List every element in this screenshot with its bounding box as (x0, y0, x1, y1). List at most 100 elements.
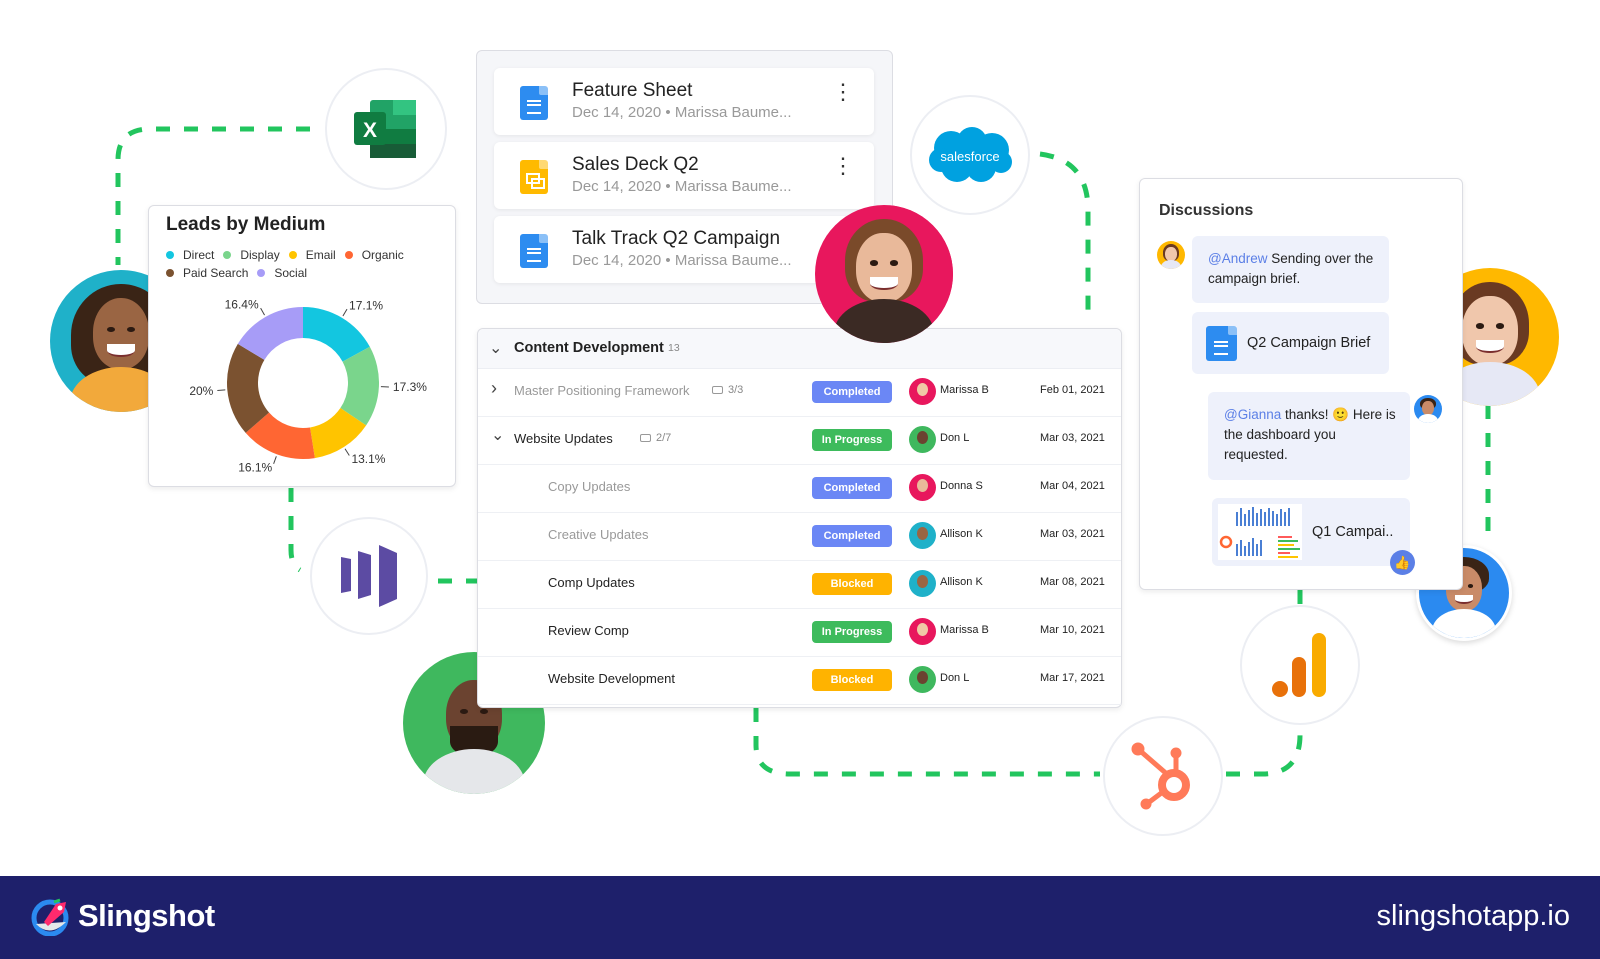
subtask-count: 2/7 (640, 432, 671, 444)
task-name[interactable]: Copy Updates (548, 479, 630, 494)
message-avatar-gianna (1157, 241, 1185, 269)
donut-chart: 17.1% 17.3% 13.1% 16.1% 20% 16.4% (189, 298, 427, 475)
task-row[interactable]: Review Comp In Progress Marissa B Mar 10, 2… (478, 608, 1121, 657)
legend-swatch (257, 269, 266, 277)
due-date: Mar 17, 2021 (1040, 672, 1105, 684)
salesforce-icon: salesforce (929, 127, 1012, 182)
legend-item[interactable]: Paid Search (166, 264, 248, 282)
attachment-name: Q1 Campai.. (1312, 524, 1394, 540)
legend-item[interactable]: Email (288, 246, 336, 264)
chart-title: Leads by Medium (166, 214, 326, 235)
subtask-count: 3/3 (712, 384, 743, 396)
legend-swatch (223, 251, 232, 259)
data-label: 20% (189, 384, 213, 398)
document-meta: Dec 14, 2020 • Marissa Baume... (572, 178, 792, 195)
group-count: 13 (668, 342, 680, 354)
task-row[interactable]: Copy Updates Completed Donna S Mar 04, 2021 (478, 464, 1121, 513)
task-name[interactable]: Master Positioning Framework (514, 383, 690, 398)
task-name[interactable]: Creative Updates (548, 527, 648, 542)
chevron-down-icon[interactable]: ⌄ (489, 338, 502, 358)
task-row[interactable]: Creative Updates Completed Allison K Mar 03… (478, 512, 1121, 561)
status-badge[interactable]: Completed (812, 525, 892, 547)
assignee-avatar (909, 570, 936, 597)
avatar-donna-overlay (815, 205, 953, 343)
subtask-icon (712, 386, 723, 395)
status-badge[interactable]: In Progress (812, 621, 892, 643)
discussions-title: Discussions (1159, 202, 1254, 219)
legend-item[interactable]: Organic (344, 246, 404, 264)
task-name[interactable]: Comp Updates (548, 575, 635, 590)
legend-item[interactable]: Direct (166, 246, 214, 264)
status-badge[interactable]: Blocked (812, 573, 892, 595)
assignee-name: Marissa B (940, 624, 989, 636)
connector-hubspot-to-analytics (1226, 730, 1303, 777)
due-date: Mar 04, 2021 (1040, 480, 1105, 492)
hubspot-icon (1131, 742, 1190, 810)
data-label: 17.3% (393, 380, 427, 394)
hubspot-integration[interactable] (1103, 716, 1223, 836)
legend-swatch (288, 251, 297, 259)
google-analytics-integration[interactable] (1240, 605, 1360, 725)
chevron-down-icon[interactable]: ⌄ (491, 425, 504, 445)
document-meta: Dec 14, 2020 • Marissa Baume... (572, 252, 792, 269)
legend-swatch (166, 251, 174, 259)
assignee-name: Marissa B (940, 384, 989, 396)
chevron-right-icon[interactable]: › (491, 378, 497, 399)
google-doc-icon (1206, 326, 1237, 361)
document-item[interactable]: Sales Deck Q2 Dec 14, 2020 • Marissa Bau… (494, 142, 874, 209)
group-header[interactable]: ⌄ Content Development 13 (478, 329, 1121, 369)
google-doc-icon (520, 234, 548, 268)
due-date: Mar 03, 2021 (1040, 432, 1105, 444)
assignee-name: Allison K (940, 576, 983, 588)
document-item[interactable]: Feature Sheet Dec 14, 2020 • Marissa Bau… (494, 68, 874, 135)
task-name[interactable]: Website Development (548, 671, 675, 686)
attachment-bubble[interactable]: Q2 Campaign Brief (1192, 312, 1389, 374)
more-options-icon[interactable]: ⋮ (832, 155, 854, 190)
legend-swatch (344, 251, 353, 259)
task-row[interactable]: › Master Positioning Framework 3/3 Complete… (478, 368, 1121, 417)
connector-salesforce-to-table (1039, 151, 1091, 315)
task-row[interactable]: ⌄ Website Updates 2/7 In Progress Don L Mar 0… (478, 416, 1121, 465)
more-options-icon[interactable]: ⋮ (832, 81, 854, 116)
legend-label: Organic (361, 248, 404, 262)
document-title: Feature Sheet (572, 80, 693, 101)
legend-item[interactable]: Social (257, 264, 307, 282)
task-name[interactable]: Review Comp (548, 623, 629, 638)
status-badge[interactable]: Blocked (812, 669, 892, 691)
chart-legend: Direct Display Email Organic Paid Search Soci… (166, 246, 446, 282)
excel-integration[interactable]: X (325, 68, 447, 190)
status-badge[interactable]: Completed (812, 477, 892, 499)
data-label-leader (273, 456, 277, 464)
data-label-leader (260, 307, 266, 316)
task-name[interactable]: Website Updates (514, 431, 613, 446)
mention[interactable]: @Andrew (1208, 251, 1267, 266)
assignee-avatar (909, 426, 936, 453)
legend-label: Paid Search (183, 266, 249, 280)
thumbs-up-reaction-icon[interactable]: 👍 (1390, 550, 1415, 575)
google-slides-icon (520, 160, 548, 194)
task-row[interactable]: Comp Updates Blocked Allison K Mar 08, 2021 (478, 560, 1121, 609)
data-label: 13.1% (351, 452, 385, 466)
footer-banner: Slingshot slingshotapp.io (0, 876, 1600, 959)
due-date: Mar 08, 2021 (1040, 576, 1105, 588)
assignee-avatar (909, 618, 936, 645)
svg-text:X: X (363, 119, 377, 142)
website-link[interactable]: slingshotapp.io (1377, 900, 1570, 933)
discussions-panel: Discussions @Andrew Sending over the cam… (1139, 178, 1463, 590)
data-label-leader (217, 389, 226, 392)
mention[interactable]: @Gianna (1224, 407, 1281, 422)
dashboard-attachment[interactable]: Q1 Campai.. (1212, 498, 1410, 566)
connector-chart-to-marketo (288, 488, 302, 573)
data-label-leader (342, 308, 348, 317)
document-title: Talk Track Q2 Campaign (572, 228, 781, 249)
legend-item[interactable]: Display (223, 246, 280, 264)
task-row[interactable]: Website Development Blocked Don L Mar 17, 2… (478, 656, 1121, 705)
document-meta: Dec 14, 2020 • Marissa Baume... (572, 104, 792, 121)
marketo-integration[interactable] (310, 517, 428, 635)
status-badge[interactable]: In Progress (812, 429, 892, 451)
due-date: Feb 01, 2021 (1040, 384, 1105, 396)
status-badge[interactable]: Completed (812, 381, 892, 403)
message-bubble: @Andrew Sending over the campaign brief. (1192, 236, 1389, 303)
excel-icon: X (354, 100, 416, 158)
salesforce-integration[interactable]: salesforce (910, 95, 1030, 215)
